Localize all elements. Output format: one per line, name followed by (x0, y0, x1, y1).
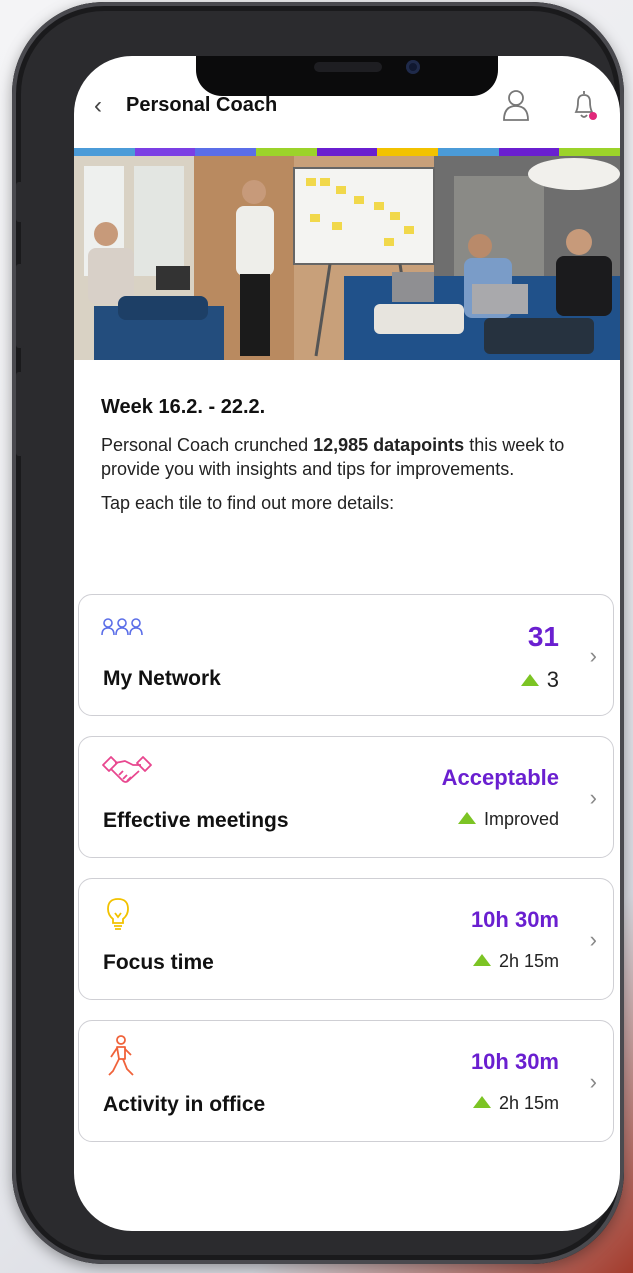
lightbulb-icon (105, 897, 131, 938)
tile-label: Effective meetings (103, 809, 289, 832)
tile-label: Focus time (103, 951, 214, 974)
stripe-segment (377, 148, 439, 156)
tile-delta-value: Improved (483, 809, 559, 829)
earpiece-speaker (314, 62, 382, 72)
stripe-segment (498, 148, 560, 156)
user-profile-icon[interactable] (502, 88, 530, 127)
tile-delta: 2h 15m (472, 1093, 559, 1114)
chevron-right-icon: › (589, 785, 597, 810)
notification-bell-icon[interactable] (570, 88, 600, 127)
color-stripe (74, 148, 620, 156)
stripe-segment (256, 148, 317, 156)
chevron-right-icon: › (589, 1069, 597, 1094)
tile-value: Acceptable (441, 765, 559, 790)
front-camera (406, 60, 420, 74)
mute-switch (16, 182, 24, 222)
page-title: Personal Coach (126, 94, 278, 116)
stripe-segment (74, 148, 135, 156)
tile-activity-in-office[interactable]: Activity in office 10h 30m 2h 15m › (78, 1020, 614, 1142)
tile-delta: Improved (457, 809, 559, 830)
intro-section: Week 16.2. - 22.2. Personal Coach crunch… (101, 396, 601, 514)
tile-focus-time[interactable]: Focus time 10h 30m 2h 15m › (78, 878, 614, 1000)
up-triangle-icon (520, 674, 539, 686)
hero-image (74, 156, 620, 360)
phone-frame: ‹ Personal Coach Week 16.2. - 22.2. Pers… (12, 2, 624, 1264)
handshake-icon (101, 753, 153, 792)
intro-description: Personal Coach crunched 12,985 datapoint… (101, 433, 601, 481)
volume-up-button (16, 264, 24, 348)
stripe-segment (134, 148, 196, 156)
up-triangle-icon (472, 1096, 491, 1108)
week-heading: Week 16.2. - 22.2. (101, 396, 266, 418)
walking-person-icon (105, 1035, 135, 1084)
tile-delta-value: 2h 15m (498, 951, 559, 971)
tile-delta-value: 3 (546, 667, 559, 692)
tile-my-network[interactable]: My Network 31 3 › (78, 594, 614, 716)
chevron-right-icon: › (589, 643, 597, 668)
phone-notch (196, 56, 498, 96)
phone-screen: ‹ Personal Coach Week 16.2. - 22.2. Pers… (74, 56, 620, 1231)
up-triangle-icon (457, 812, 476, 824)
tile-value: 10h 30m (470, 1049, 559, 1074)
tile-value: 10h 30m (470, 907, 559, 932)
people-icon (101, 617, 145, 646)
tile-label: Activity in office (103, 1093, 266, 1116)
tile-delta: 2h 15m (472, 951, 559, 972)
back-button[interactable]: ‹ (94, 92, 102, 120)
chevron-right-icon: › (589, 927, 597, 952)
stripe-segment (438, 148, 499, 156)
tap-instruction: Tap each tile to find out more details: (101, 493, 395, 513)
stripe-segment (195, 148, 257, 156)
stripe-segment (316, 148, 378, 156)
up-triangle-icon (472, 954, 491, 966)
datapoints-count: 12,985 datapoints (313, 435, 465, 455)
tile-delta-value: 2h 15m (498, 1093, 559, 1113)
tile-value: 31 (527, 621, 559, 652)
desc-text-before: Personal Coach crunched (101, 435, 314, 455)
volume-down-button (16, 372, 24, 456)
tile-label: My Network (103, 667, 221, 690)
tile-delta: 3 (520, 667, 559, 693)
tile-effective-meetings[interactable]: Effective meetings Acceptable Improved › (78, 736, 614, 858)
stripe-segment (559, 148, 620, 156)
